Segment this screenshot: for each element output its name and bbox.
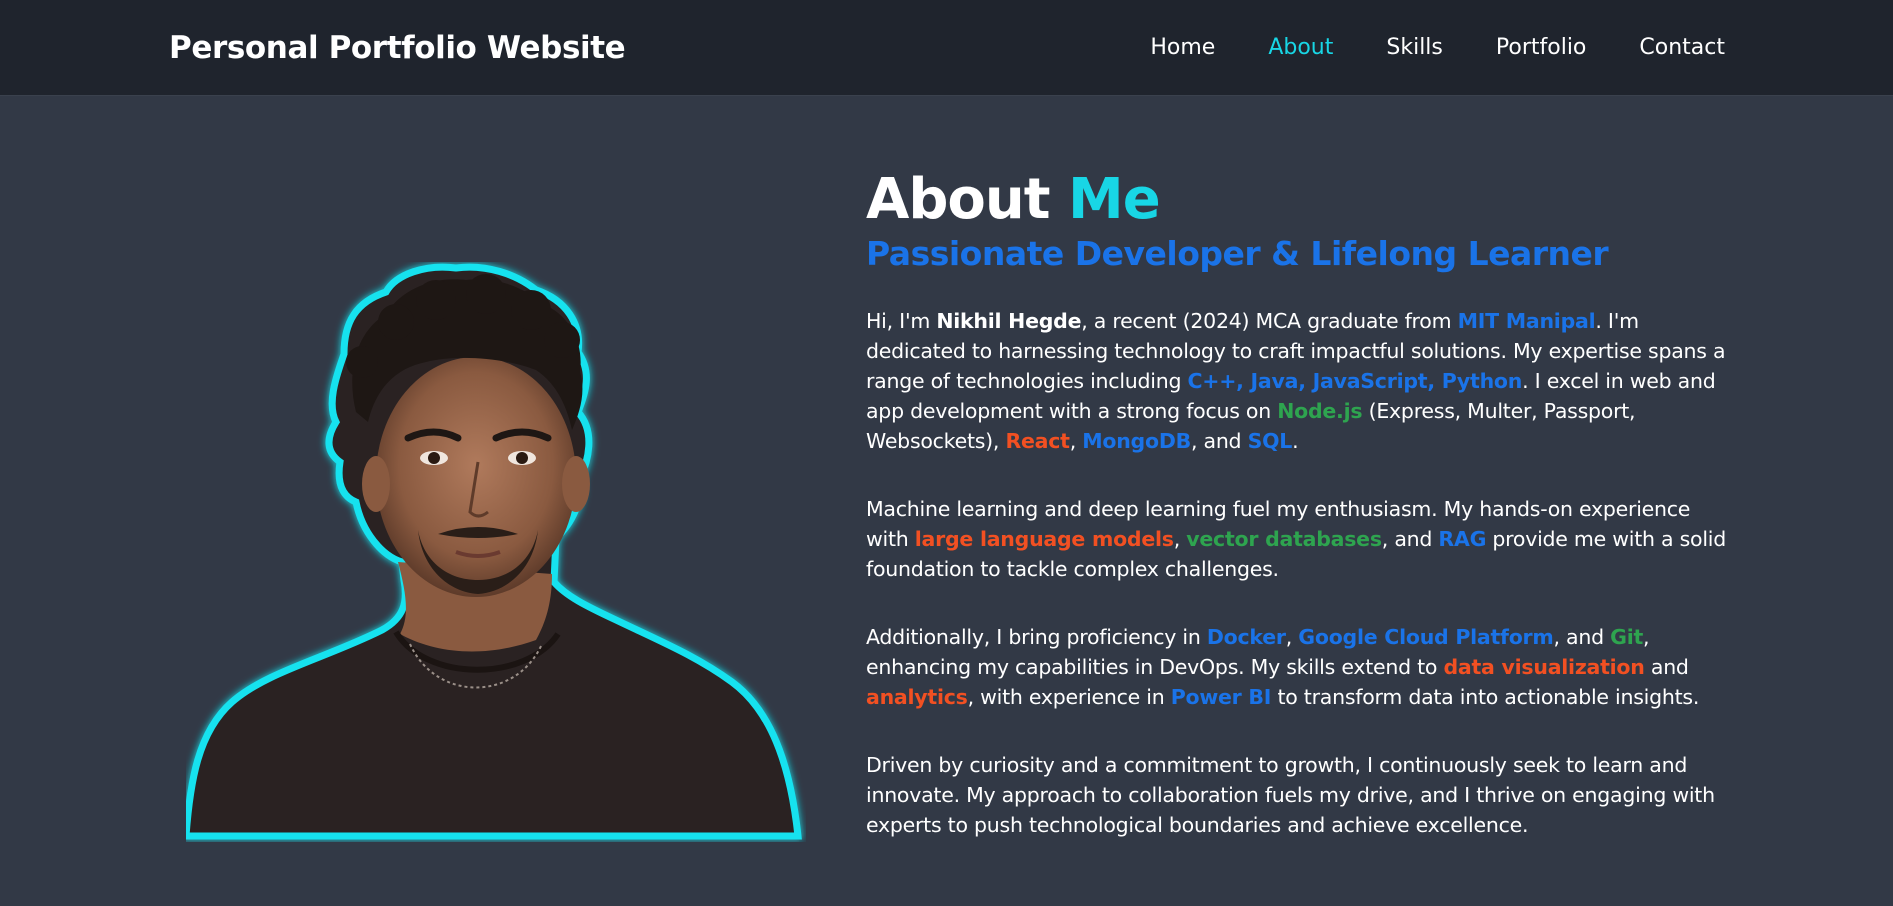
about-heading: About Me: [866, 164, 1736, 236]
p2-text-2: ,: [1173, 527, 1187, 551]
p3-text-2: ,: [1285, 625, 1299, 649]
p3-text-3: , and: [1553, 625, 1611, 649]
p3-git: Git: [1610, 625, 1644, 649]
p3-text-5: and: [1644, 655, 1689, 679]
p1-school: MIT Manipal: [1457, 309, 1596, 333]
nav-contact[interactable]: Contact: [1639, 35, 1725, 60]
p3-analytics: analytics: [866, 685, 968, 709]
p2-vector-databases: vector databases: [1186, 527, 1382, 551]
p1-text-1: Hi, I'm: [866, 309, 937, 333]
p3-text-1: Additionally, I bring proficiency in: [866, 625, 1207, 649]
nav-skills[interactable]: Skills: [1386, 35, 1443, 60]
p3-docker: Docker: [1206, 625, 1286, 649]
navbar: Personal Portfolio Website Home About Sk…: [0, 0, 1893, 96]
p1-nodejs: Node.js: [1277, 399, 1363, 423]
p1-text-2: , a recent (2024) MCA graduate from: [1081, 309, 1458, 333]
profile-photo: [186, 262, 806, 842]
p1-name: Nikhil Hegde: [936, 309, 1082, 333]
about-section: About Me Passionate Developer & Lifelong…: [866, 164, 1736, 840]
p1-text-6: ,: [1069, 429, 1083, 453]
about-paragraph-3: Additionally, I bring proficiency in Doc…: [866, 622, 1736, 712]
about-paragraph-1: Hi, I'm Nikhil Hegde, a recent (2024) MC…: [866, 306, 1736, 456]
about-paragraph-4: Driven by curiosity and a commitment to …: [866, 753, 1715, 837]
p1-languages: C++, Java, JavaScript, Python: [1187, 369, 1523, 393]
heading-accent: Me: [1068, 167, 1161, 232]
p3-power-bi: Power BI: [1170, 685, 1272, 709]
p3-text-7: to transform data into actionable insigh…: [1271, 685, 1700, 709]
p2-llm: large language models: [914, 527, 1174, 551]
p3-text-6: , with experience in: [967, 685, 1171, 709]
about-subheading: Passionate Developer & Lifelong Learner: [866, 234, 1609, 273]
heading-main: About: [866, 167, 1051, 232]
about-paragraph-2: Machine learning and deep learning fuel …: [866, 494, 1736, 584]
nav-home[interactable]: Home: [1150, 35, 1215, 60]
p1-text-7: , and: [1190, 429, 1248, 453]
p1-sql: SQL: [1247, 429, 1293, 453]
p3-data-visualization: data visualization: [1443, 655, 1645, 679]
p1-react: React: [1005, 429, 1070, 453]
p3-gcp: Google Cloud Platform: [1298, 625, 1554, 649]
p1-text-8: .: [1292, 429, 1299, 453]
nav-about[interactable]: About: [1268, 35, 1333, 60]
p2-text-3: , and: [1381, 527, 1439, 551]
p2-rag: RAG: [1438, 527, 1487, 551]
site-logo[interactable]: Personal Portfolio Website: [169, 30, 626, 66]
nav-portfolio[interactable]: Portfolio: [1496, 35, 1587, 60]
main-nav: Home About Skills Portfolio Contact: [1097, 35, 1725, 60]
p1-mongodb: MongoDB: [1082, 429, 1191, 453]
